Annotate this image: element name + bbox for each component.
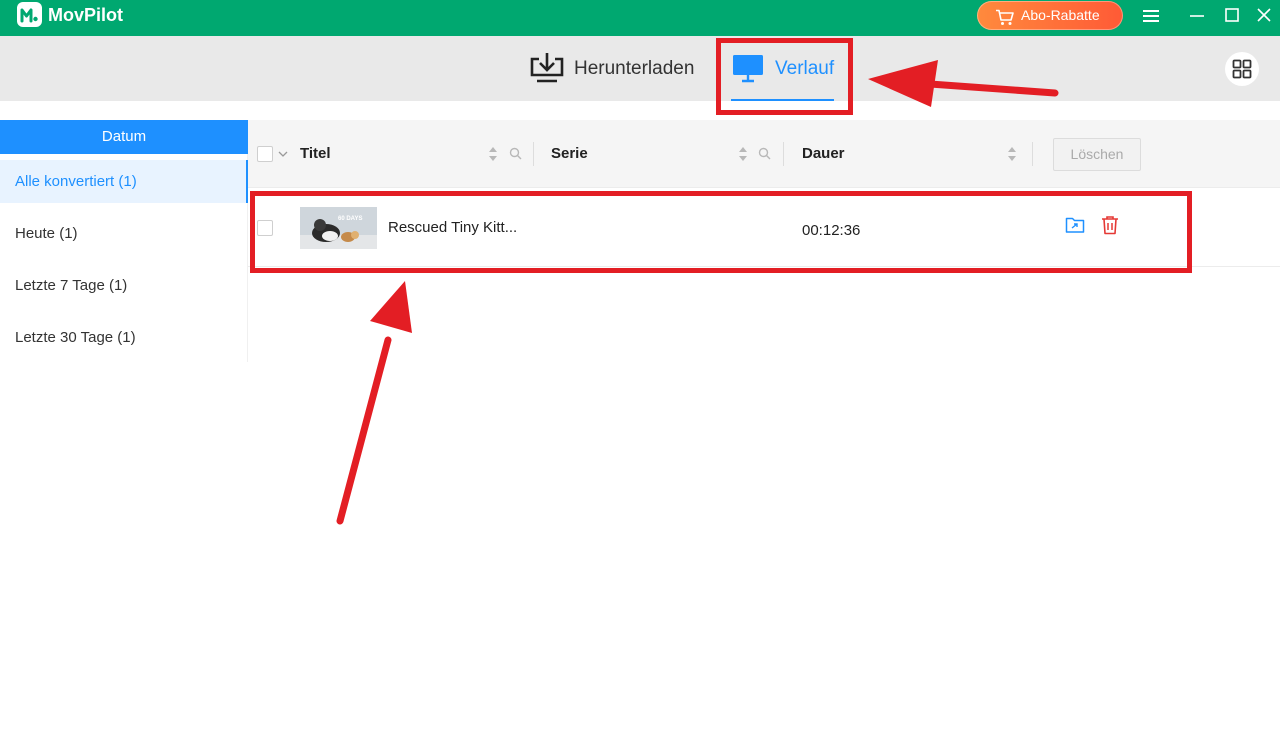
annotation-arrows <box>336 60 1059 525</box>
app-window: MovPilot Abo-Rabatte Herunterladen Verla… <box>0 0 1280 752</box>
annotation-arrow-up <box>336 281 412 525</box>
annotation-arrow-right <box>868 60 1059 107</box>
